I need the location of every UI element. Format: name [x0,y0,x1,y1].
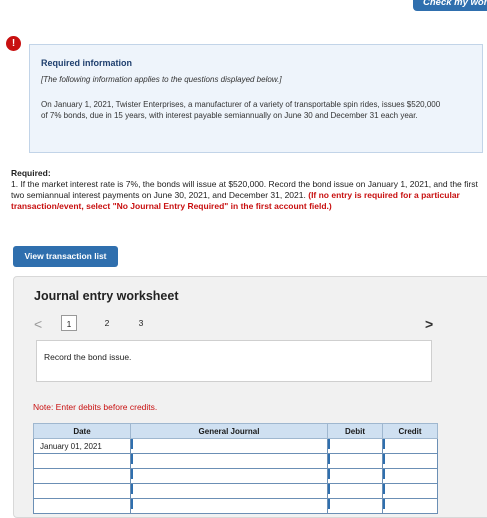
page-tab-3[interactable]: 3 [133,315,149,331]
header-debit: Debit [327,423,383,439]
debit-input[interactable] [327,438,383,454]
entry-instruction-box: Record the bond issue. [36,340,432,382]
account-select[interactable] [130,498,328,514]
table-row [33,468,438,484]
page-tab-1[interactable]: 1 [61,315,77,331]
date-cell [33,483,131,499]
table-row [33,453,438,469]
debits-note: Note: Enter debits before credits. [33,402,158,412]
date-cell [33,498,131,514]
info-body: On January 1, 2021, Twister Enterprises,… [41,100,441,120]
credit-input[interactable] [382,468,438,484]
credit-input[interactable] [382,453,438,469]
debit-input[interactable] [327,498,383,514]
credit-input[interactable] [382,438,438,454]
table-row [33,483,438,499]
table-row [33,498,438,514]
table-row: January 01, 2021 [33,438,438,454]
required-information-panel: Required information [The following info… [29,44,483,153]
required-label: Required: [11,168,51,178]
info-note: [The following information applies to th… [41,75,282,84]
info-title: Required information [41,58,133,68]
header-date: Date [33,423,131,439]
chevron-right-icon[interactable]: > [425,317,435,331]
header-credit: Credit [382,423,438,439]
check-my-work-button[interactable]: Check my work [413,0,487,11]
journal-table: Date General Journal Debit Credit Januar… [33,423,438,514]
journal-entry-worksheet: Journal entry worksheet < 1 2 3 > Record… [13,276,487,518]
account-select[interactable] [130,438,328,454]
debit-input[interactable] [327,483,383,499]
debit-input[interactable] [327,468,383,484]
view-transaction-list-button[interactable]: View transaction list [13,246,118,267]
debit-input[interactable] [327,453,383,469]
alert-icon: ! [6,36,21,51]
header-general-journal: General Journal [130,423,328,439]
date-cell [33,453,131,469]
required-section: Required: 1. If the market interest rate… [11,168,485,212]
account-select[interactable] [130,483,328,499]
page-tab-2[interactable]: 2 [99,315,115,331]
account-select[interactable] [130,453,328,469]
account-select[interactable] [130,468,328,484]
date-cell: January 01, 2021 [33,438,131,454]
date-cell [33,468,131,484]
entry-instruction-text: Record the bond issue. [44,352,132,362]
chevron-left-icon[interactable]: < [34,317,44,331]
credit-input[interactable] [382,498,438,514]
worksheet-title: Journal entry worksheet [34,289,179,303]
credit-input[interactable] [382,483,438,499]
